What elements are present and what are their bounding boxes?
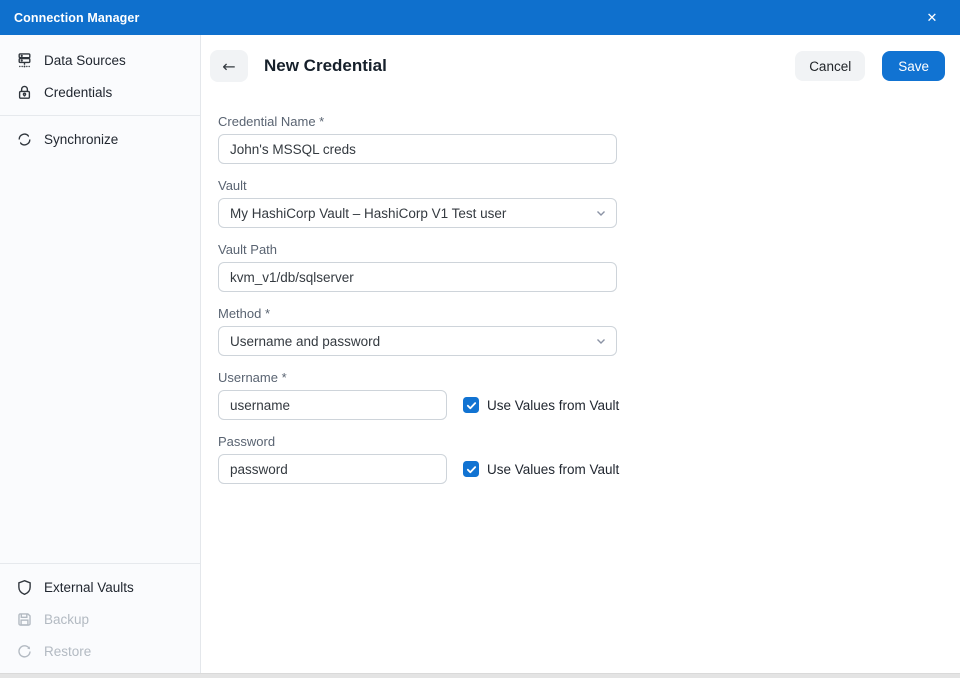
password-use-vault-checkbox-group[interactable]: Use Values from Vault bbox=[463, 461, 619, 477]
credential-name-label: Credential Name * bbox=[218, 114, 960, 129]
sidebar-item-label: Backup bbox=[44, 612, 89, 627]
method-select-value: Username and password bbox=[230, 334, 380, 349]
vault-select-value: My HashiCorp Vault – HashiCorp V1 Test u… bbox=[230, 206, 506, 221]
username-use-vault-checkbox-group[interactable]: Use Values from Vault bbox=[463, 397, 619, 413]
back-arrow-icon: ← bbox=[222, 57, 235, 76]
password-input[interactable] bbox=[218, 454, 447, 484]
vault-path-input[interactable] bbox=[218, 262, 617, 292]
credential-form: Credential Name * Vault My HashiCorp Vau… bbox=[201, 82, 960, 484]
sidebar-item-label: Data Sources bbox=[44, 53, 126, 68]
sidebar-item-credentials[interactable]: Credentials bbox=[0, 76, 200, 108]
sidebar-item-backup: Backup bbox=[0, 603, 200, 635]
sidebar-item-label: Synchronize bbox=[44, 132, 118, 147]
sidebar-divider bbox=[0, 115, 200, 116]
sidebar-item-restore: Restore bbox=[0, 635, 200, 667]
sidebar-item-label: External Vaults bbox=[44, 580, 134, 595]
sidebar-item-external-vaults[interactable]: External Vaults bbox=[0, 571, 200, 603]
sidebar-item-label: Restore bbox=[44, 644, 91, 659]
sync-icon bbox=[16, 131, 33, 148]
username-input[interactable] bbox=[218, 390, 447, 420]
lock-icon bbox=[16, 84, 33, 101]
titlebar: Connection Manager ✕ bbox=[0, 0, 960, 35]
method-select[interactable]: Username and password bbox=[218, 326, 617, 356]
page-title: New Credential bbox=[264, 56, 387, 76]
vault-label: Vault bbox=[218, 178, 960, 193]
sidebar-divider bbox=[0, 563, 200, 564]
window-title: Connection Manager bbox=[14, 11, 139, 25]
restore-icon bbox=[16, 643, 33, 660]
method-label: Method * bbox=[218, 306, 960, 321]
sidebar-item-synchronize[interactable]: Synchronize bbox=[0, 123, 200, 155]
sidebar-item-data-sources[interactable]: Data Sources bbox=[0, 44, 200, 76]
back-button[interactable]: ← bbox=[210, 50, 248, 82]
connection-manager-window: Connection Manager ✕ bbox=[0, 0, 960, 678]
vault-path-label: Vault Path bbox=[218, 242, 960, 257]
checkbox-checked-icon[interactable] bbox=[463, 461, 479, 477]
chevron-down-icon bbox=[595, 207, 607, 219]
use-values-from-vault-label: Use Values from Vault bbox=[487, 398, 619, 413]
credential-name-input[interactable] bbox=[218, 134, 617, 164]
sidebar-spacer bbox=[0, 155, 200, 556]
close-icon[interactable]: ✕ bbox=[918, 5, 946, 31]
main-header: ← New Credential Cancel Save bbox=[201, 35, 960, 82]
window-bottom-edge bbox=[0, 673, 960, 678]
password-label: Password bbox=[218, 434, 960, 449]
chevron-down-icon bbox=[595, 335, 607, 347]
save-button[interactable]: Save bbox=[882, 51, 945, 81]
use-values-from-vault-label: Use Values from Vault bbox=[487, 462, 619, 477]
sidebar: Data Sources Credentials bbox=[0, 35, 201, 673]
save-icon bbox=[16, 611, 33, 628]
database-icon bbox=[16, 52, 33, 69]
username-label: Username * bbox=[218, 370, 960, 385]
checkbox-checked-icon[interactable] bbox=[463, 397, 479, 413]
shield-icon bbox=[16, 579, 33, 596]
cancel-button[interactable]: Cancel bbox=[795, 51, 865, 81]
vault-select[interactable]: My HashiCorp Vault – HashiCorp V1 Test u… bbox=[218, 198, 617, 228]
sidebar-item-label: Credentials bbox=[44, 85, 112, 100]
main-panel: ← New Credential Cancel Save Credential … bbox=[201, 35, 960, 673]
